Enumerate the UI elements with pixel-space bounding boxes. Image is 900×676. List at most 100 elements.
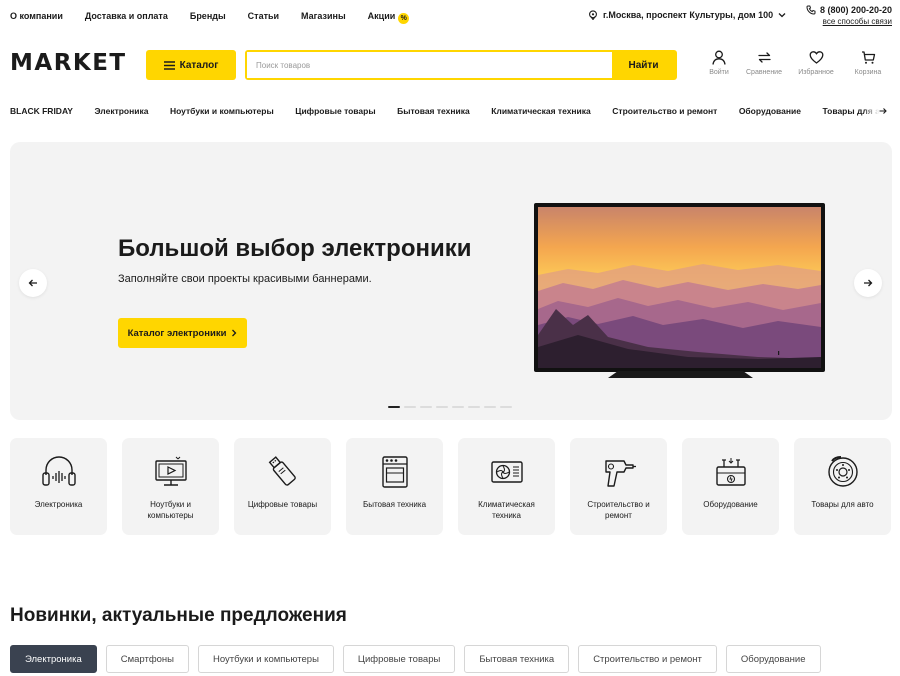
nav-item-appliances[interactable]: Бытовая техника xyxy=(397,106,470,116)
slider-dot[interactable] xyxy=(468,406,480,408)
category-tile-construction[interactable]: Строительство и ремонт xyxy=(570,438,667,535)
top-link-brands[interactable]: Бренды xyxy=(190,11,226,24)
category-label: Строительство и ремонт xyxy=(587,500,650,520)
tab-electronics[interactable]: Электроника xyxy=(10,645,97,673)
category-nav: BLACK FRIDAY Электроника Ноутбуки и комп… xyxy=(10,106,900,116)
banner-subtitle: Заполняйте свои проекты красивыми баннер… xyxy=(118,273,372,285)
category-tile-auto[interactable]: Товары для авто xyxy=(794,438,891,535)
banner-catalog-button[interactable]: Каталог электроники xyxy=(118,318,247,348)
category-tile-laptops[interactable]: Ноутбуки и компьютеры xyxy=(122,438,219,535)
category-tiles: Электроника Ноутбуки и компьютеры Цифров… xyxy=(10,438,891,535)
slider-dot[interactable] xyxy=(452,406,464,408)
slider-dot[interactable] xyxy=(500,406,512,408)
tab-equipment[interactable]: Оборудование xyxy=(725,645,821,673)
category-label: Цифровые товары xyxy=(247,500,318,509)
category-tile-climate[interactable]: Климатическая техника xyxy=(458,438,555,535)
top-link-promos[interactable]: Акции% xyxy=(368,11,410,24)
banner-prev-button[interactable] xyxy=(19,269,47,297)
nav-item-digital[interactable]: Цифровые товары xyxy=(295,106,375,116)
top-link-delivery[interactable]: Доставка и оплата xyxy=(85,11,168,24)
nav-item-equipment[interactable]: Оборудование xyxy=(739,106,801,116)
favorites-label: Избранное xyxy=(798,69,834,76)
tab-digital[interactable]: Цифровые товары xyxy=(342,645,456,673)
phone-block: 8 (800) 200-20-20 все способы связи xyxy=(806,5,892,26)
usb-drive-icon xyxy=(268,456,296,486)
slider-dot[interactable] xyxy=(388,406,400,408)
favorites-button[interactable]: Избранное xyxy=(790,50,842,76)
nav-scroll-button[interactable] xyxy=(866,101,900,121)
laptop-icon xyxy=(154,456,187,486)
slider-dot[interactable] xyxy=(484,406,496,408)
city-selector[interactable]: г.Москва, проспект Культуры, дом 100 xyxy=(588,10,786,20)
category-tile-digital[interactable]: Цифровые товары xyxy=(234,438,331,535)
arrow-right-icon xyxy=(864,279,873,287)
login-button[interactable]: Войти xyxy=(700,50,738,76)
arrow-left-icon xyxy=(28,279,37,287)
category-label: Климатическая техника xyxy=(478,500,535,520)
arrow-right-icon xyxy=(879,108,887,114)
tv-image xyxy=(534,203,825,372)
city-label: г.Москва, проспект Культуры, дом 100 xyxy=(603,10,774,20)
top-bar: О компании Доставка и оплата Бренды Стат… xyxy=(0,0,900,34)
banner-next-button[interactable] xyxy=(854,269,882,297)
nav-item-climate[interactable]: Климатическая техника xyxy=(491,106,591,116)
category-tile-equipment[interactable]: Оборудование xyxy=(682,438,779,535)
contact-methods-link[interactable]: все способы связи xyxy=(806,17,892,26)
slider-dots xyxy=(388,406,512,408)
slider-dot[interactable] xyxy=(420,406,432,408)
compare-label: Сравнение xyxy=(746,69,782,76)
category-label: Электроника xyxy=(34,500,83,509)
phone-number[interactable]: 8 (800) 200-20-20 xyxy=(806,5,892,15)
banner-button-label: Каталог электроники xyxy=(127,327,227,339)
top-link-about[interactable]: О компании xyxy=(10,11,63,24)
top-link-articles[interactable]: Статьи xyxy=(248,11,279,24)
cart-icon xyxy=(861,51,875,64)
phone-icon xyxy=(806,5,816,15)
top-links: О компании Доставка и оплата Бренды Стат… xyxy=(10,11,410,24)
tab-smartphones[interactable]: Смартфоны xyxy=(105,645,190,673)
logo[interactable]: MARKET xyxy=(10,50,127,76)
chevron-right-icon xyxy=(232,329,237,337)
product-tabs: Электроника Смартфоны Ноутбуки и компьют… xyxy=(10,645,821,673)
generator-icon xyxy=(715,458,746,486)
drill-icon xyxy=(604,460,636,487)
compare-icon xyxy=(757,52,771,63)
menu-icon xyxy=(163,60,175,70)
nav-item-laptops[interactable]: Ноутбуки и компьютеры xyxy=(170,106,274,116)
search-bar: Найти xyxy=(245,50,677,80)
tab-laptops[interactable]: Ноутбуки и компьютеры xyxy=(198,645,334,673)
heart-icon xyxy=(809,51,823,64)
category-tile-electronics[interactable]: Электроника xyxy=(10,438,107,535)
category-label: Ноутбуки и компьютеры xyxy=(147,500,194,520)
tab-appliances[interactable]: Бытовая техника xyxy=(464,645,570,673)
section-title: Новинки, актуальные предложения xyxy=(10,605,347,626)
banner-title: Большой выбор электроники xyxy=(118,235,472,262)
hero-banner: Большой выбор электроники Заполняйте сво… xyxy=(10,142,892,420)
nav-item-construction[interactable]: Строительство и ремонт xyxy=(612,106,717,116)
chevron-down-icon xyxy=(778,13,786,18)
cart-button[interactable]: Корзина xyxy=(842,50,894,76)
nav-item-electronics[interactable]: Электроника xyxy=(94,106,148,116)
cart-label: Корзина xyxy=(854,69,882,76)
percent-badge-icon: % xyxy=(398,13,410,24)
top-link-promos-label: Акции xyxy=(367,11,396,21)
catalog-button[interactable]: Каталог xyxy=(146,50,236,80)
headphones-icon xyxy=(41,456,76,486)
category-tile-appliances[interactable]: Бытовая техника xyxy=(346,438,443,535)
slider-dot[interactable] xyxy=(404,406,416,408)
nav-item-black-friday[interactable]: BLACK FRIDAY xyxy=(10,106,73,116)
compare-button[interactable]: Сравнение xyxy=(738,50,790,76)
category-label: Товары для авто xyxy=(811,500,874,509)
tab-construction[interactable]: Строительство и ремонт xyxy=(578,645,717,673)
catalog-button-label: Каталог xyxy=(179,59,219,71)
search-input[interactable] xyxy=(247,52,612,78)
search-button[interactable]: Найти xyxy=(612,52,675,78)
air-conditioner-icon xyxy=(490,461,523,483)
category-label: Оборудование xyxy=(703,500,758,509)
user-icon xyxy=(712,50,726,65)
category-label: Бытовая техника xyxy=(362,500,427,509)
tv-stand xyxy=(608,371,753,378)
top-link-stores[interactable]: Магазины xyxy=(301,11,346,24)
slider-dot[interactable] xyxy=(436,406,448,408)
phone-number-text: 8 (800) 200-20-20 xyxy=(819,5,892,15)
